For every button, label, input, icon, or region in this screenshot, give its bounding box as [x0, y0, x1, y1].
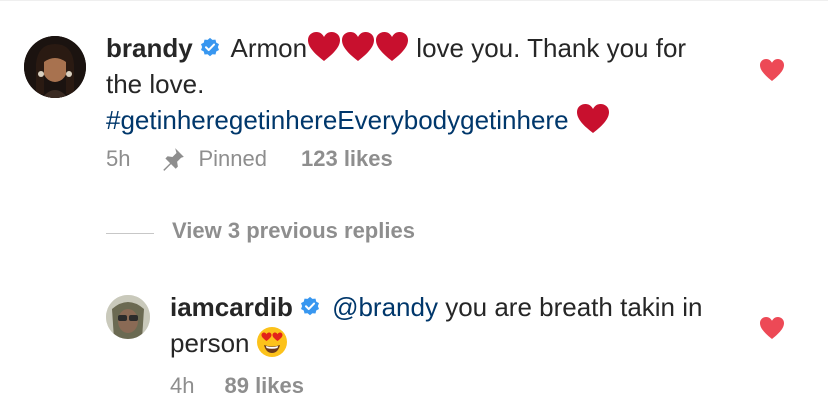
avatar[interactable] — [24, 36, 86, 98]
hashtag-link[interactable]: #getinheregetinhereEverybodygetinhere — [106, 105, 569, 135]
comment-text-part: Armon — [230, 33, 308, 63]
replies-divider — [106, 233, 154, 234]
like-heart-icon[interactable] — [759, 316, 785, 340]
red-heart-emoji — [576, 103, 610, 135]
likes-count[interactable]: 89 likes — [224, 373, 304, 399]
divider — [0, 0, 828, 1]
reply-text: iamcardib @brandy you are breath takin i… — [170, 289, 730, 361]
pinned-label: Pinned — [198, 146, 267, 171]
comment-timestamp[interactable]: 5h — [106, 146, 130, 172]
comment-meta: 5h Pinned 123 likes — [106, 146, 393, 172]
likes-count[interactable]: 123 likes — [301, 146, 393, 172]
verified-badge-icon — [199, 32, 221, 57]
view-previous-replies-button[interactable]: View 3 previous replies — [172, 218, 415, 244]
comment-text: brandy Armon love you. Thank you for the… — [106, 30, 726, 138]
verified-badge-icon — [299, 291, 321, 316]
red-heart-emoji — [375, 31, 409, 63]
reply-meta: 4h 89 likes — [170, 373, 304, 399]
pin-icon — [163, 148, 185, 171]
heart-eyes-emoji-icon — [256, 326, 288, 358]
avatar[interactable] — [106, 295, 150, 339]
mention-link[interactable]: @brandy — [332, 292, 438, 322]
comment-username[interactable]: brandy — [106, 33, 193, 63]
red-heart-emoji — [307, 31, 341, 63]
red-heart-emoji — [341, 31, 375, 63]
pinned-indicator: Pinned — [160, 146, 267, 172]
like-heart-icon[interactable] — [759, 58, 785, 82]
reply-timestamp[interactable]: 4h — [170, 373, 194, 399]
reply-username[interactable]: iamcardib — [170, 292, 293, 322]
